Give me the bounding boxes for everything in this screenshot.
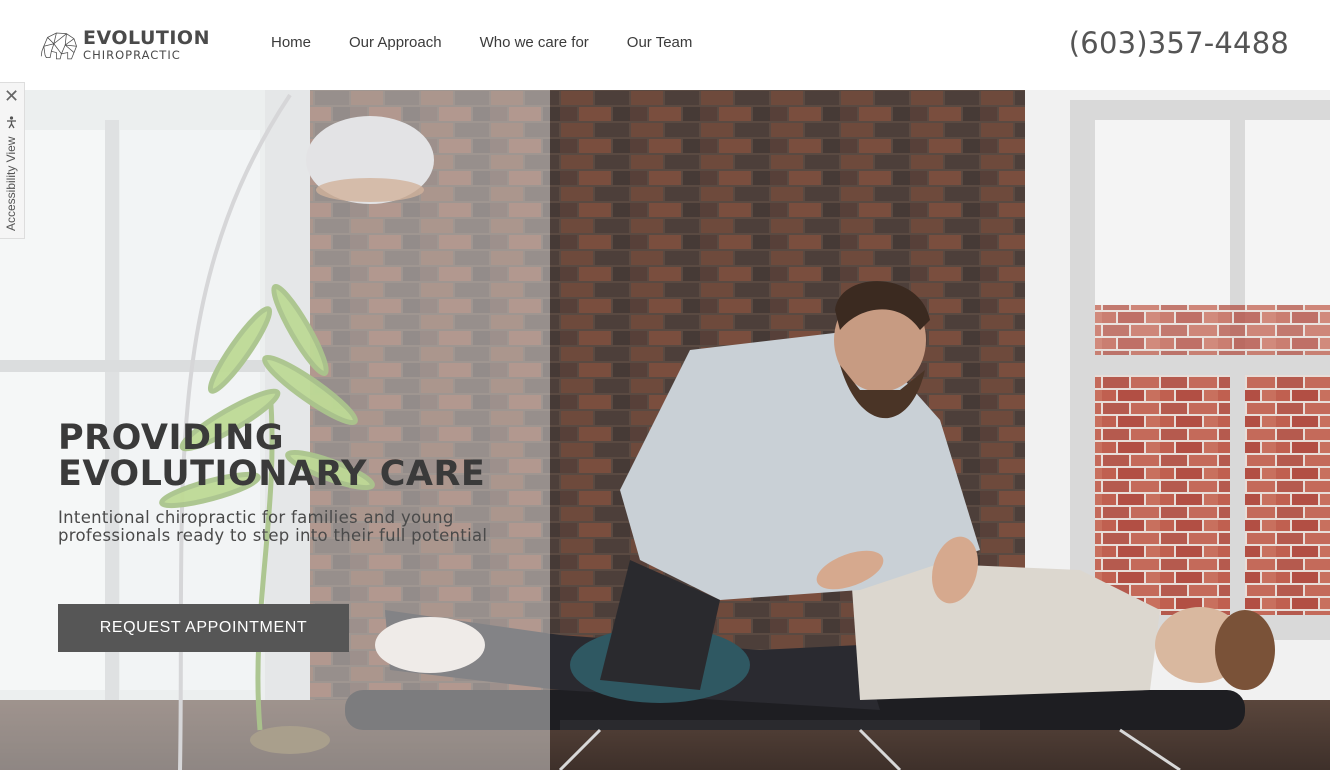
nav-our-approach[interactable]: Our Approach [349, 34, 442, 51]
elephant-logo-icon [40, 32, 77, 60]
hero-subtitle-line1: Intentional chiropractic for families an… [58, 508, 454, 527]
phone-number[interactable]: (603)357-4488 [1069, 26, 1289, 60]
nav-home[interactable]: Home [271, 34, 311, 51]
hero-title-line2: EVOLUTIONARY CARE [58, 454, 486, 494]
logo-line2: CHIROPRACTIC [83, 47, 181, 62]
logo-text: EVOLUTION CHIROPRACTIC [83, 26, 210, 62]
accessibility-label: Accessibility View [4, 136, 18, 231]
accessibility-icon [5, 116, 18, 132]
nav-our-team[interactable]: Our Team [627, 34, 693, 51]
hero-subtitle: Intentional chiropractic for families an… [58, 509, 487, 545]
logo-line1: EVOLUTION [83, 26, 210, 49]
page-right-gutter [1330, 90, 1340, 770]
request-appointment-button[interactable]: REQUEST APPOINTMENT [58, 604, 349, 652]
logo[interactable]: EVOLUTION CHIROPRACTIC [40, 20, 210, 70]
hero-title-line1: PROVIDING [58, 418, 285, 458]
hero-section: PROVIDING EVOLUTIONARY CARE Intentional … [0, 90, 1330, 770]
nav-who-we-care-for[interactable]: Who we care for [480, 34, 589, 51]
site-header: EVOLUTION CHIROPRACTIC Home Our Approach… [0, 0, 1340, 90]
main-nav: Home Our Approach Who we care for Our Te… [271, 34, 730, 51]
accessibility-tab[interactable]: ✕ Accessibility View [0, 82, 25, 239]
close-icon[interactable]: ✕ [4, 86, 19, 106]
hero-title: PROVIDING EVOLUTIONARY CARE [58, 420, 485, 492]
hero-subtitle-line2: professionals ready to step into their f… [58, 526, 488, 545]
